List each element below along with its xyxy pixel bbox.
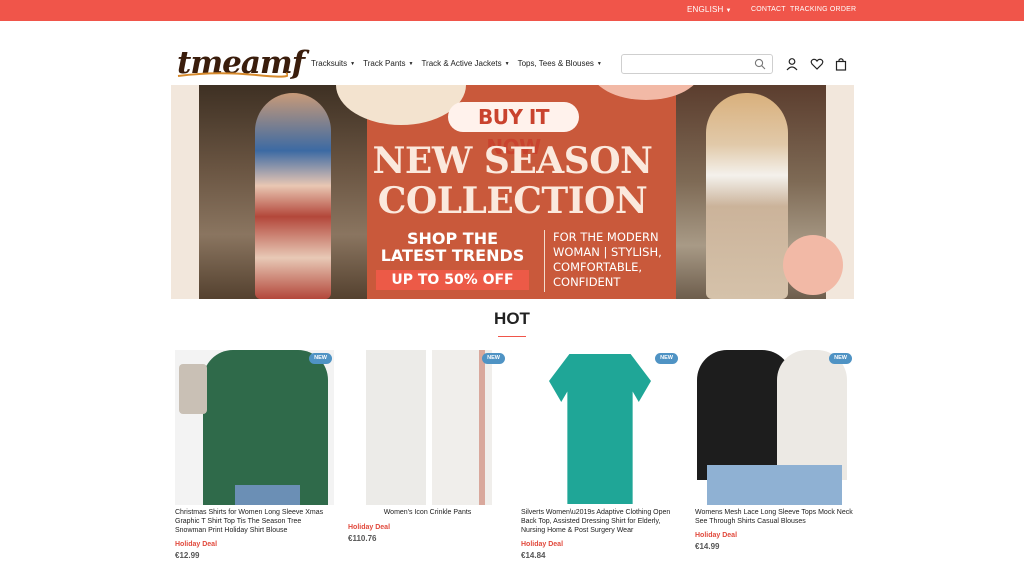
product-price: €110.76 [348,534,377,543]
discount-ribbon: UP TO 50% OFF [376,270,529,290]
product-card[interactable]: NEW Christmas Shirts for Women Long Slee… [175,350,334,560]
banner-edge-left [171,85,199,299]
heart-icon[interactable] [810,57,824,71]
logo-swash [177,72,288,78]
product-price: €14.99 [695,542,720,551]
banner-headline: NEW SEASON COLLECTION [367,141,658,221]
product-garment [549,354,651,504]
language-selector[interactable]: ENGLISH ▼ [687,5,732,14]
section-underline [498,336,526,337]
shop-line: LATEST TRENDS [380,246,525,265]
new-badge: NEW [655,353,678,364]
hero-banner[interactable]: BUY IT NOW NEW SEASON COLLECTION SHOP TH… [171,85,854,299]
new-badge: NEW [829,353,852,364]
nav-item-track-pants[interactable]: Track Pants ▼ [363,59,413,68]
product-image[interactable]: NEW [348,350,507,505]
bag-icon[interactable] [834,57,848,71]
product-image[interactable]: NEW [175,350,334,505]
top-bar: ENGLISH ▼ CONTACT TRACKING ORDER [0,0,1024,21]
product-promo: Holiday Deal [521,541,564,548]
search-icon[interactable] [754,58,766,70]
product-garment [366,350,426,505]
nav-item-label: Track Pants [363,59,406,68]
decor-circle [783,235,843,295]
product-jeans [235,485,300,505]
buy-now-button[interactable]: BUY IT NOW [448,102,579,159]
model-right [706,93,788,299]
nav-item-label: Tops, Tees & Blouses [517,59,594,68]
contact-link[interactable]: CONTACT [751,6,786,13]
chevron-down-icon: ▼ [504,61,510,67]
section-title: HOT [494,309,530,328]
chevron-down-icon: ▼ [408,61,414,67]
tracking-order-link[interactable]: TRACKING ORDER [790,6,856,13]
product-card[interactable]: NEW Womens Mesh Lace Long Sleeve Tops Mo… [695,350,854,551]
product-price: €12.99 [175,551,200,560]
headline-line: COLLECTION [377,180,648,222]
main-nav: Tracksuits ▼ Track Pants ▼ Track & Active … [311,59,602,68]
product-garment [203,350,328,505]
product-cup [179,364,207,414]
product-card[interactable]: NEW Women's Icon Crinkle Pants Holiday D… [348,350,507,543]
headline-line: NEW SEASON [372,140,653,182]
product-image[interactable]: NEW [695,350,854,505]
product-image[interactable]: NEW [521,350,680,505]
product-promo: Holiday Deal [175,541,218,548]
chevron-down-icon: ▼ [350,61,356,67]
shop-line: SHOP THE [406,229,499,248]
product-name[interactable]: Womens Mesh Lace Long Sleeve Tops Mock N… [695,508,854,526]
product-name[interactable]: Women's Icon Crinkle Pants [348,508,507,517]
search-input[interactable] [626,57,751,74]
chevron-down-icon: ▼ [725,8,732,14]
product-stripe [479,350,485,505]
product-card[interactable]: NEW Silverts Women\u2019s Adaptive Cloth… [521,350,680,560]
product-promo: Holiday Deal [348,524,391,531]
product-garment [777,350,847,480]
banner-tagline: FOR THE MODERN WOMAN | STYLISH, COMFORTA… [553,230,662,289]
product-price: €14.84 [521,551,546,560]
banner-divider [544,230,545,292]
model-left [255,93,331,299]
shop-latest-trends: SHOP THE LATEST TRENDS [376,230,529,264]
nav-item-label: Tracksuits [311,59,348,68]
product-name[interactable]: Christmas Shirts for Women Long Sleeve X… [175,508,334,535]
language-label: ENGLISH [687,5,724,14]
product-jeans [707,465,842,505]
nav-item-label: Track & Active Jackets [421,59,502,68]
new-badge: NEW [309,353,332,364]
product-promo: Holiday Deal [695,532,738,539]
user-icon[interactable] [785,57,799,71]
nav-item-tops[interactable]: Tops, Tees & Blouses ▼ [518,59,602,68]
product-name[interactable]: Silverts Women\u2019s Adaptive Clothing … [521,508,680,535]
nav-item-tracksuits[interactable]: Tracksuits ▼ [311,59,355,68]
nav-item-jackets[interactable]: Track & Active Jackets ▼ [421,59,509,68]
chevron-down-icon: ▼ [596,61,602,67]
search-box[interactable] [621,54,773,74]
new-badge: NEW [482,353,505,364]
